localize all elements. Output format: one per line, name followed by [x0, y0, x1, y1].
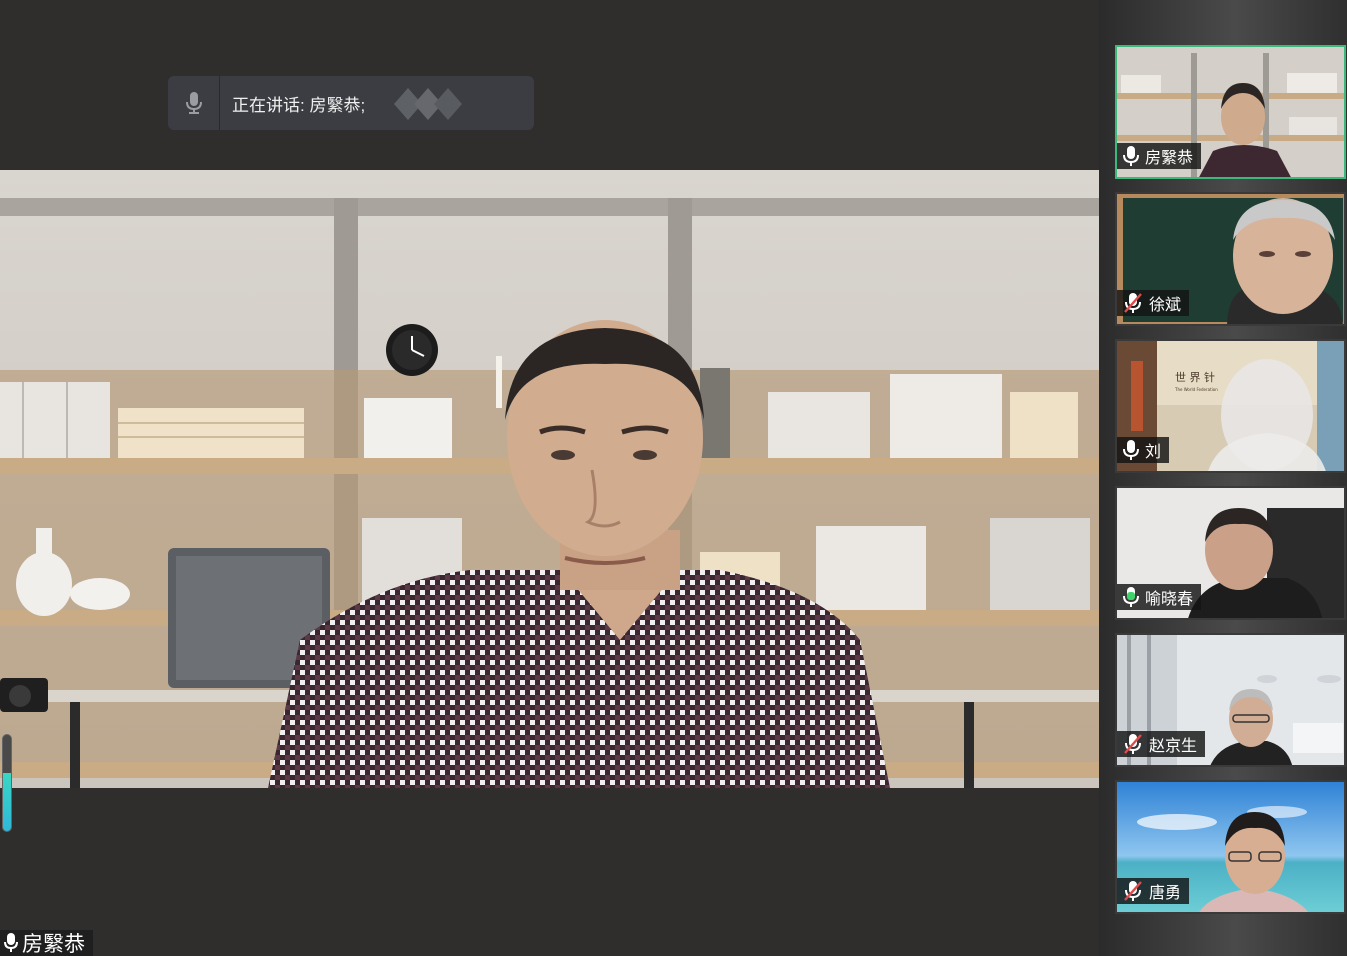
participant-tile[interactable]: 世 界 针 The World Federation 刘	[1115, 339, 1346, 473]
participant-tile[interactable]: 赵京生	[1115, 633, 1346, 767]
microphone-icon	[4, 933, 18, 952]
participant-name-tag: 唐勇	[1117, 878, 1190, 904]
participant-name: 房繄恭	[1145, 150, 1194, 167]
participant-name-tag: 喻晓春	[1117, 584, 1202, 610]
participant-name-tag: 刘	[1117, 437, 1170, 463]
watermark-logo-icon	[394, 88, 462, 120]
participant-name: 徐斌	[1149, 297, 1182, 314]
speaking-label: 正在讲话: 房繄恭;	[232, 95, 366, 115]
main-stage: 正在讲话: 房繄恭; 房繄恭	[0, 0, 1099, 956]
microphone-muted-icon	[1124, 293, 1142, 313]
participant-tile[interactable]: 唐勇	[1115, 780, 1346, 914]
participant-name-tag: 赵京生	[1117, 731, 1206, 757]
microphone-muted-icon	[1124, 881, 1142, 901]
participant-name-tag: 徐斌	[1117, 290, 1190, 316]
participant-name: 唐勇	[1149, 885, 1182, 902]
participant-name: 刘	[1145, 444, 1162, 461]
participant-name: 赵京生	[1149, 738, 1198, 755]
main-speaker-name: 房繄恭	[22, 933, 85, 956]
main-video-scene	[0, 170, 1099, 788]
participant-name: 喻晓春	[1145, 591, 1194, 608]
main-video-feed[interactable]	[0, 170, 1099, 788]
microphone-icon	[1123, 440, 1139, 460]
microphone-speaking-icon	[1123, 587, 1139, 607]
audio-level-meter	[2, 734, 12, 832]
main-speaker-name-tag: 房繄恭	[0, 930, 93, 956]
speaking-microphone-icon	[168, 76, 220, 130]
participant-tile[interactable]: 喻晓春	[1115, 486, 1346, 620]
participant-gallery: 房繄恭 徐斌 世 界 针 The World Federation 刘 喻晓春 …	[1099, 0, 1347, 956]
participant-tile[interactable]: 徐斌	[1115, 192, 1346, 326]
participant-tile[interactable]: 房繄恭	[1115, 45, 1346, 179]
meeting-window: 正在讲话: 房繄恭; 房繄恭 房繄恭 徐斌 世 界 针 The World Fe…	[0, 0, 1347, 956]
participant-name-tag: 房繄恭	[1117, 143, 1202, 169]
microphone-muted-icon	[1124, 734, 1142, 754]
audio-level-fill	[3, 773, 11, 831]
speaking-indicator: 正在讲话: 房繄恭;	[168, 76, 534, 130]
banner-sign-text: 世 界 针	[1175, 370, 1215, 384]
banner-sign-subtext: The World Federation	[1174, 387, 1218, 392]
microphone-icon	[1123, 146, 1139, 166]
